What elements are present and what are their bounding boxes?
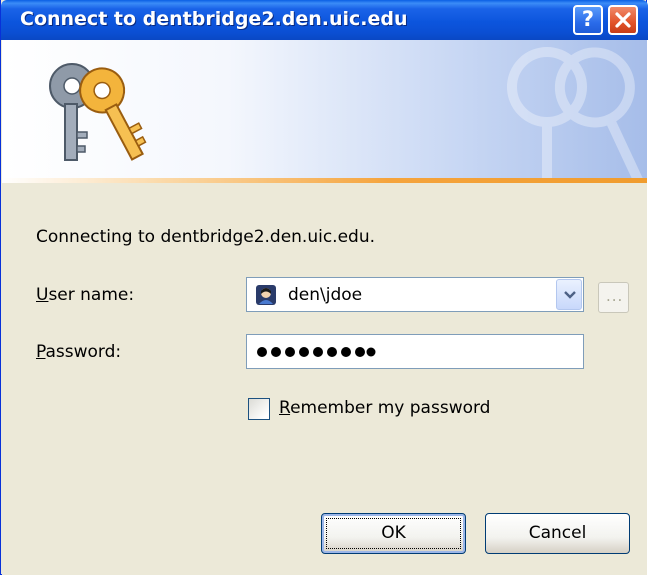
username-label-text: ser name:: [48, 285, 135, 305]
help-icon: ?: [581, 7, 595, 31]
ok-button-label: OK: [381, 523, 406, 543]
ok-button[interactable]: OK: [321, 513, 466, 554]
keys-icon: [49, 63, 147, 161]
dropdown-arrow-icon: [564, 291, 576, 299]
connecting-text: Connecting to dentbridge2.den.uic.edu.: [36, 227, 376, 247]
password-label-accelerator: P: [36, 342, 46, 362]
window-title: Connect to dentbridge2.den.uic.edu: [20, 8, 408, 30]
cancel-button-label: Cancel: [528, 523, 587, 543]
remember-label-accelerator: R: [279, 398, 291, 418]
password-masked-value: [257, 347, 376, 357]
username-label: User name:: [36, 285, 134, 305]
cancel-button[interactable]: Cancel: [485, 513, 630, 554]
close-button[interactable]: [608, 5, 638, 35]
browse-label: ...: [606, 287, 624, 305]
username-combobox[interactable]: den\jdoe: [246, 277, 584, 312]
help-button[interactable]: ?: [573, 5, 603, 35]
header-banner: [2, 40, 647, 178]
browse-button[interactable]: ...: [598, 282, 629, 313]
close-icon: [615, 12, 631, 28]
credentials-dialog: Connect to dentbridge2.den.uic.edu ? Con…: [0, 0, 648, 575]
password-label-text: assword:: [45, 342, 122, 362]
remember-password-label[interactable]: Remember my password: [279, 398, 490, 418]
password-field[interactable]: [246, 334, 584, 369]
keys-watermark-icon: [507, 47, 647, 178]
password-label: Password:: [36, 342, 121, 362]
username-value: den\jdoe: [288, 285, 363, 305]
username-dropdown-button[interactable]: [556, 279, 582, 310]
username-label-accelerator: U: [36, 285, 49, 305]
remember-label-text: emember my password: [290, 398, 491, 418]
title-bar[interactable]: Connect to dentbridge2.den.uic.edu ?: [1, 0, 648, 40]
remember-password-checkbox[interactable]: [248, 398, 270, 420]
user-avatar-icon: [256, 285, 276, 305]
